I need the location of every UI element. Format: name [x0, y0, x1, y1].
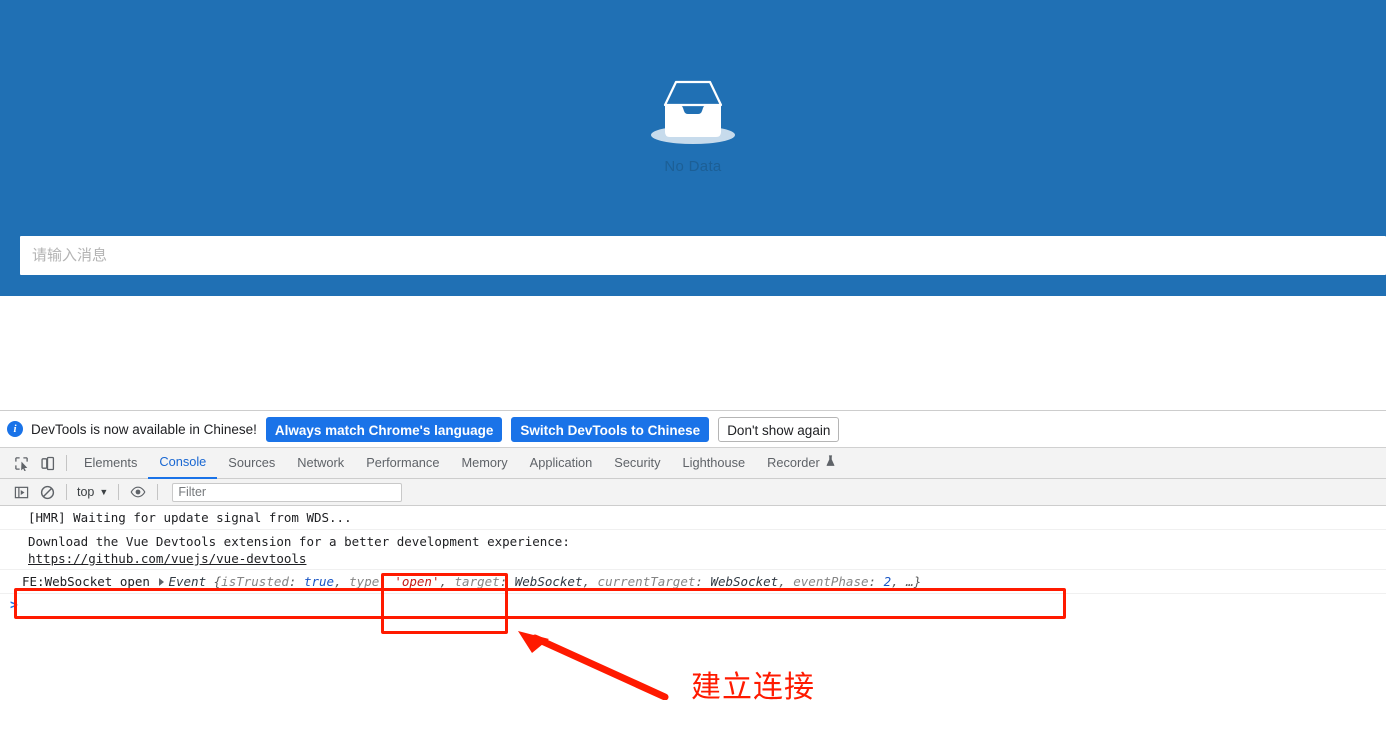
chevron-down-icon: ▼ [99, 487, 109, 497]
inspect-element-button[interactable] [8, 451, 34, 475]
tab-recorder[interactable]: Recorder [756, 448, 847, 478]
tabbar-divider [66, 455, 67, 471]
prop-key: isTrusted [221, 574, 289, 589]
banner-message: DevTools is now available in Chinese! [31, 421, 257, 437]
tab-sources[interactable]: Sources [217, 448, 286, 478]
console-toolbar-divider-2 [118, 484, 120, 500]
console-toolbar-divider-1 [66, 484, 67, 500]
log-row[interactable]: FE:WebSocket open Event {isTrusted: true… [0, 570, 1386, 594]
devtools-tabbar: Elements Console Sources Network Perform… [0, 448, 1386, 479]
websocket-log-prefix: FE:WebSocket open [22, 574, 150, 589]
console-sidebar-button[interactable] [8, 480, 34, 504]
tab-recorder-label: Recorder [767, 455, 820, 470]
experiment-flask-icon [825, 448, 836, 478]
expand-object-triangle-icon[interactable] [159, 578, 165, 586]
object-constructor-name: Event [168, 574, 207, 589]
prop-key: currentTarget [597, 574, 696, 589]
object-ellipsis: … [906, 574, 914, 589]
console-sidebar-icon [14, 486, 28, 498]
tab-performance[interactable]: Performance [355, 448, 450, 478]
prop-key: eventPhase [793, 574, 869, 589]
tab-memory[interactable]: Memory [450, 448, 518, 478]
prop-value: 2 [883, 574, 892, 589]
message-input[interactable] [20, 236, 1386, 275]
console-log-area: [HMR] Waiting for update signal from WDS… [0, 506, 1386, 617]
log-message-text: [HMR] Waiting for update signal from WDS… [28, 510, 352, 525]
prop-key: target [454, 574, 500, 589]
event-object-preview: Event {isTrusted: true, type: 'open', ta… [168, 574, 922, 589]
log-row[interactable]: Download the Vue Devtools extension for … [0, 530, 1386, 570]
always-match-language-button[interactable]: Always match Chrome's language [265, 416, 503, 442]
device-toolbar-icon [40, 456, 54, 470]
tab-application[interactable]: Application [519, 448, 604, 478]
switch-to-chinese-button[interactable]: Switch DevTools to Chinese [511, 416, 710, 442]
tab-elements[interactable]: Elements [73, 448, 148, 478]
prop-key: type [349, 574, 380, 589]
devtools-language-banner: i DevTools is now available in Chinese! … [0, 411, 1386, 448]
execution-context-label: top [77, 485, 95, 499]
chat-app-panel: No Data [0, 0, 1386, 296]
message-input-row [0, 236, 1386, 275]
live-expression-eye-icon [130, 486, 146, 498]
annotation-label: 建立连接 [691, 670, 815, 705]
log-row[interactable]: [HMR] Waiting for update signal from WDS… [0, 506, 1386, 530]
tab-lighthouse[interactable]: Lighthouse [672, 448, 757, 478]
console-filter-input[interactable] [172, 482, 403, 502]
tab-console[interactable]: Console [148, 448, 218, 479]
tab-network[interactable]: Network [286, 448, 355, 478]
vue-devtools-link[interactable]: https://github.com/vuejs/vue-devtools [28, 551, 306, 566]
execution-context-select[interactable]: top ▼ [73, 482, 112, 502]
console-prompt-chevron: > [10, 598, 18, 613]
inspect-element-icon [14, 456, 28, 471]
log-message-text: Download the Vue Devtools extension for … [28, 534, 570, 549]
prop-value: WebSocket [514, 574, 583, 589]
tab-security[interactable]: Security [603, 448, 671, 478]
console-toolbar: top ▼ [0, 479, 1386, 506]
console-prompt-row[interactable]: > [0, 594, 1386, 617]
empty-state: No Data [0, 72, 1386, 175]
dont-show-again-button[interactable]: Don't show again [718, 416, 840, 442]
device-toolbar-button[interactable] [34, 451, 60, 475]
prop-value: WebSocket [710, 574, 779, 589]
clear-console-button[interactable] [34, 480, 60, 504]
empty-state-label: No Data [664, 158, 722, 175]
live-expression-button[interactable] [125, 480, 151, 504]
console-toolbar-divider-3 [157, 484, 159, 500]
clear-console-icon [40, 485, 54, 499]
inbox-tray-icon [651, 80, 735, 144]
prop-value: 'open' [394, 574, 440, 589]
prop-value: true [303, 574, 335, 589]
info-icon: i [7, 421, 23, 437]
